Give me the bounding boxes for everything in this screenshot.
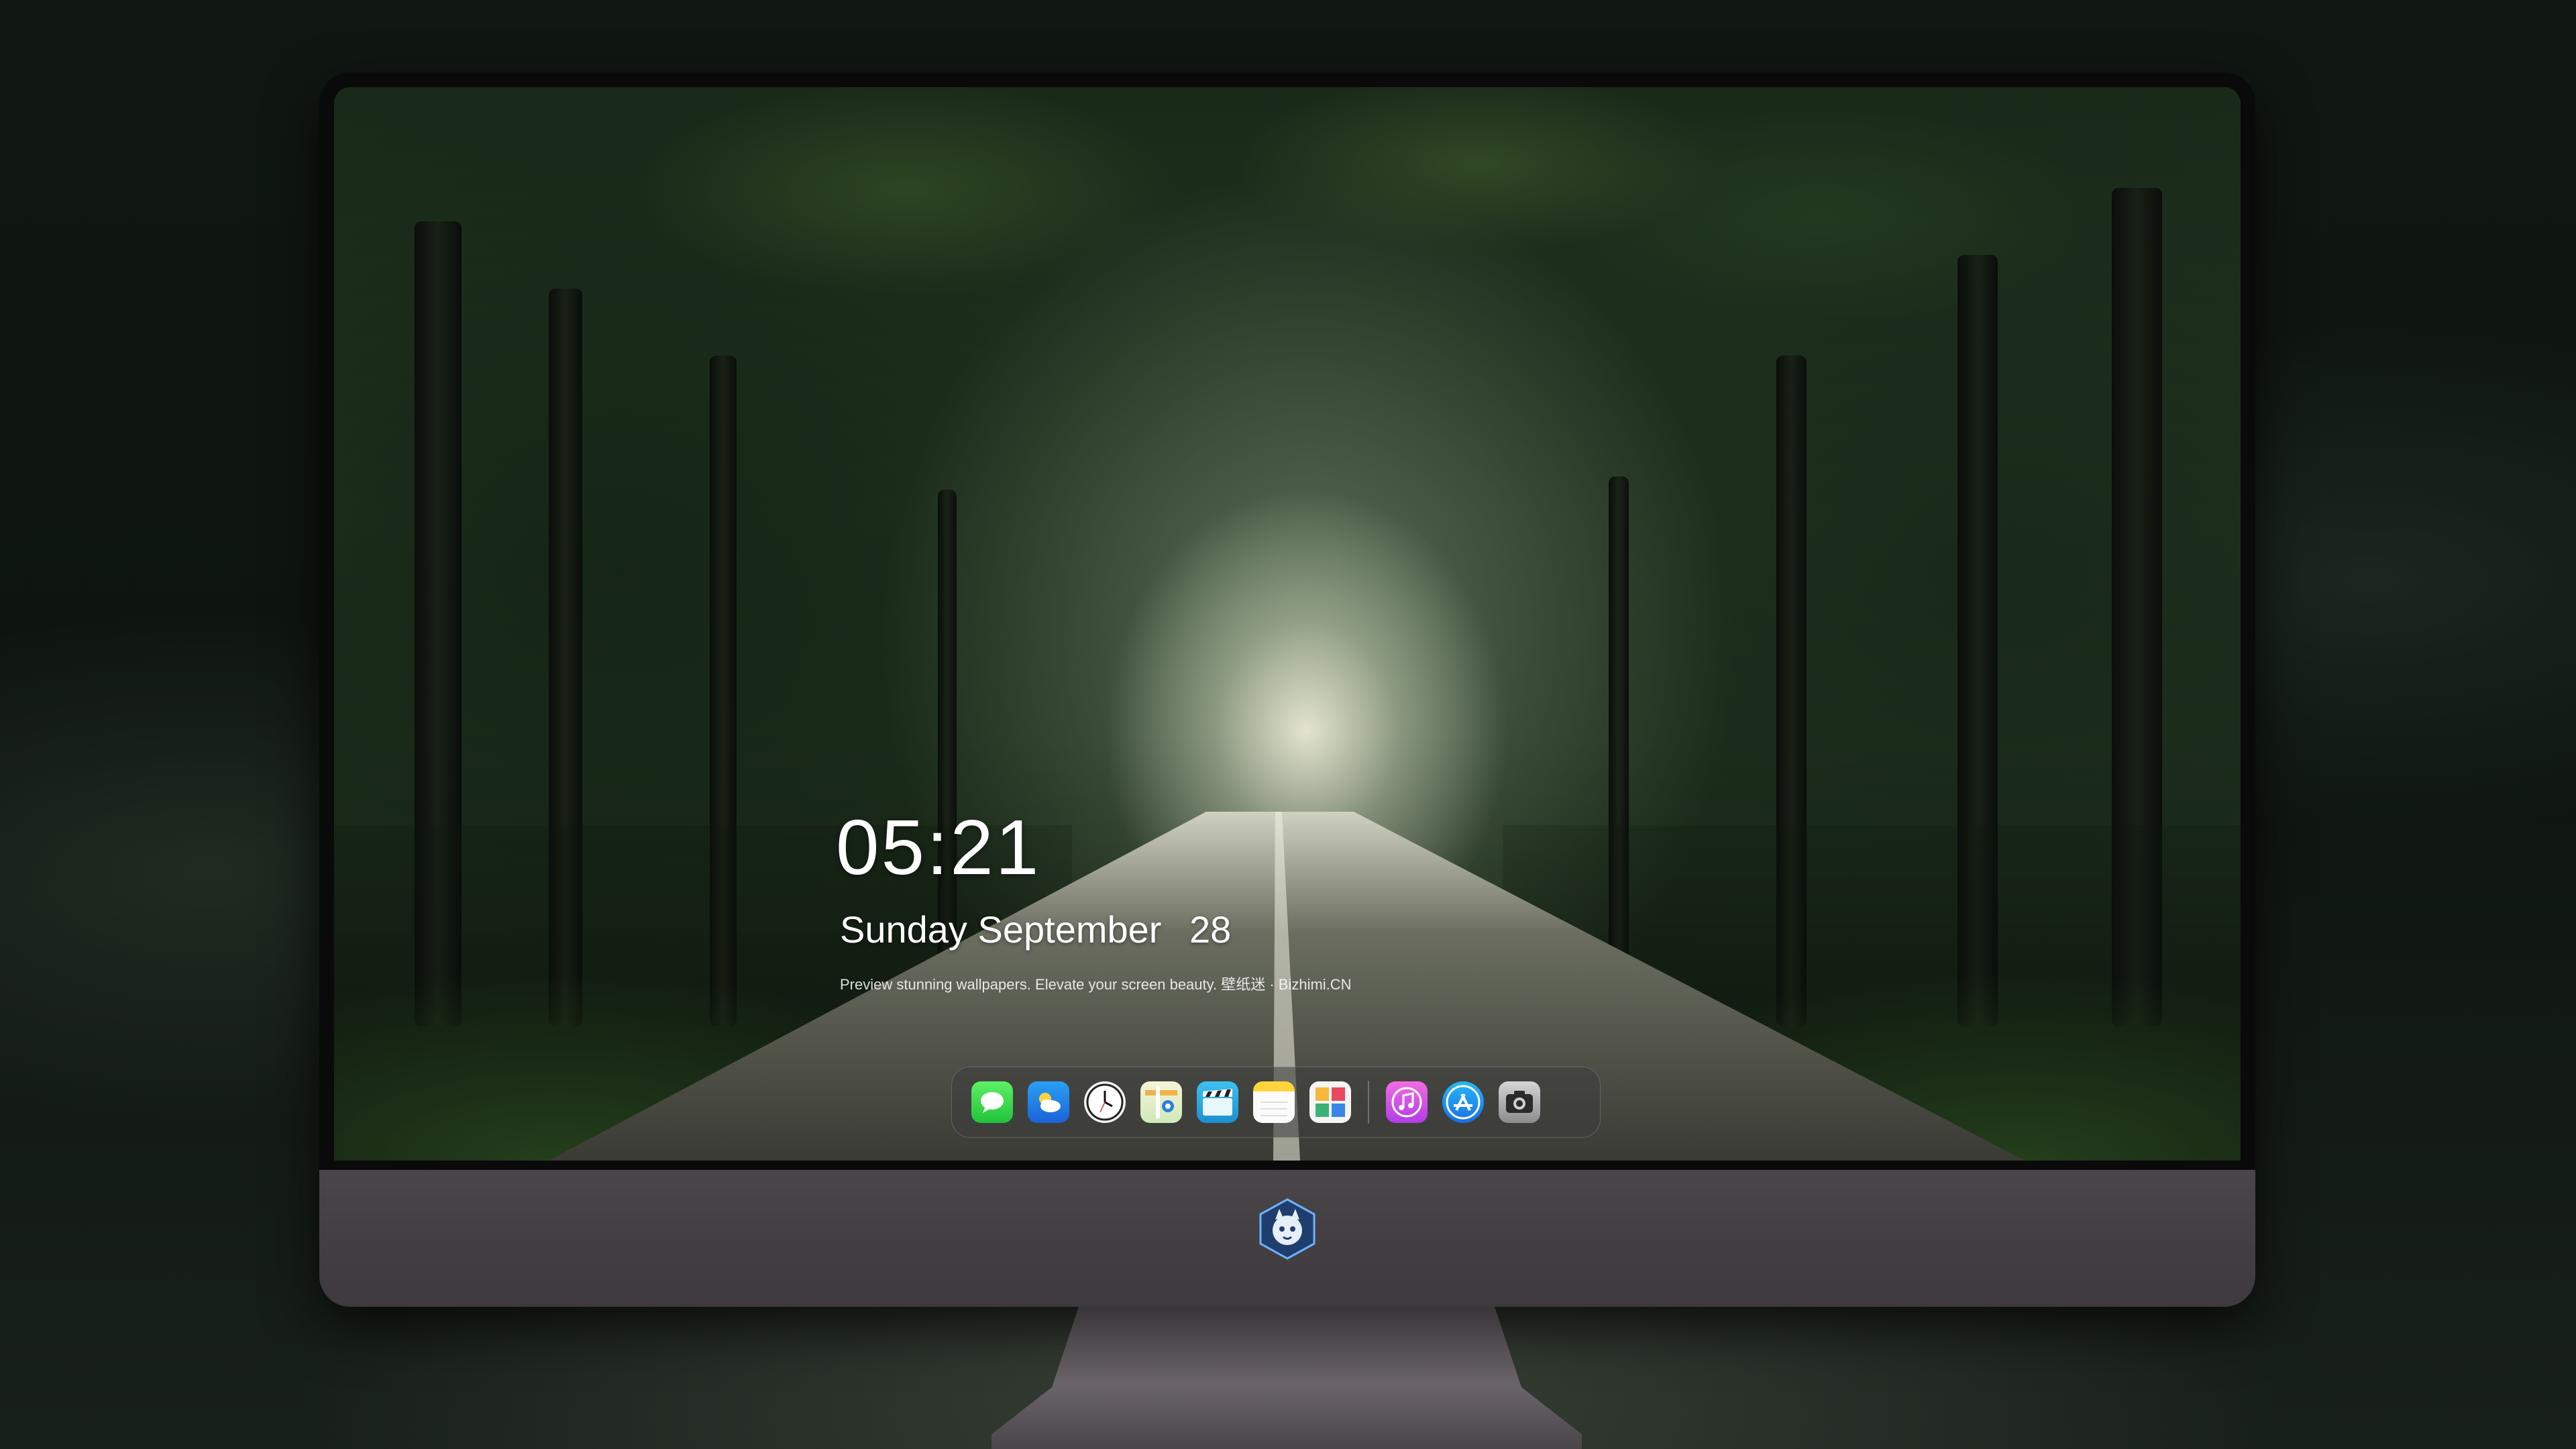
monitor: 05:21 Sunday September 28 Preview stunni… xyxy=(319,72,2255,1307)
dock-app-music[interactable] xyxy=(1386,1081,1428,1123)
lockscreen-date: Sunday September 28 xyxy=(840,911,1231,949)
notes-icon xyxy=(1260,1102,1287,1116)
lockscreen-day: 28 xyxy=(1189,908,1232,951)
dock-app-camera[interactable] xyxy=(1499,1081,1540,1123)
lockscreen-month: September xyxy=(977,908,1162,951)
lockscreen-weekday: Sunday xyxy=(840,908,967,951)
message-bubble-icon xyxy=(981,1092,1004,1113)
dock-app-messages[interactable] xyxy=(971,1081,1013,1123)
dock xyxy=(951,1067,1601,1138)
dock-app-clock[interactable] xyxy=(1084,1081,1126,1123)
music-note-icon xyxy=(1391,1087,1422,1118)
lockscreen-time: 05:21 xyxy=(836,804,1041,891)
dock-app-clips[interactable] xyxy=(1197,1081,1238,1123)
monitor-screen: 05:21 Sunday September 28 Preview stunni… xyxy=(334,87,2241,1161)
clock-icon xyxy=(1086,1083,1124,1121)
map-icon xyxy=(1145,1086,1177,1118)
clapperboard-icon xyxy=(1203,1089,1232,1116)
monitor-stand xyxy=(991,1307,1582,1449)
gallery-icon xyxy=(1316,1087,1345,1117)
desktop-background: 05:21 Sunday September 28 Preview stunni… xyxy=(0,0,2576,1449)
dock-app-photos[interactable] xyxy=(1309,1081,1351,1123)
app-store-icon xyxy=(1446,1085,1481,1120)
wallpaper-canopy xyxy=(334,87,2241,597)
dock-app-notes[interactable] xyxy=(1253,1081,1295,1123)
lockscreen-tagline: Preview stunning wallpapers. Elevate you… xyxy=(840,976,1352,993)
cloud-sun-icon xyxy=(1039,1093,1061,1112)
mascot-logo-icon xyxy=(1259,1198,1316,1260)
dock-separator xyxy=(1368,1081,1369,1124)
dock-app-weather[interactable] xyxy=(1028,1081,1069,1123)
dock-app-app-store[interactable] xyxy=(1442,1081,1484,1123)
dock-app-maps[interactable] xyxy=(1140,1081,1182,1123)
camera-icon xyxy=(1506,1091,1533,1113)
